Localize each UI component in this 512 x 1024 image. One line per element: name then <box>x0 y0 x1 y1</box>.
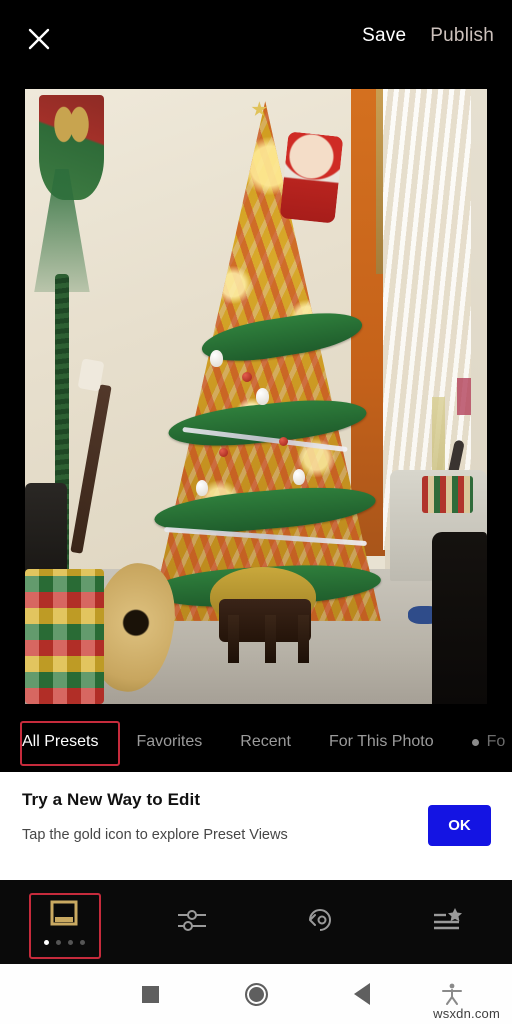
toolbar-item-edit[interactable] <box>128 880 256 964</box>
close-icon[interactable] <box>22 22 56 56</box>
tree-ornament <box>219 447 229 457</box>
tab-overflow-dot-icon <box>471 738 479 746</box>
tab-recent[interactable]: Recent <box>240 733 291 751</box>
photo-scene <box>25 89 487 704</box>
square-recents-icon[interactable] <box>118 964 182 1024</box>
save-button[interactable]: Save <box>362 25 406 47</box>
top-bar-actions: Save Publish <box>362 25 494 47</box>
tab-overflow-partial[interactable]: Fo <box>487 733 506 751</box>
publish-button[interactable]: Publish <box>430 25 494 47</box>
site-watermark: wsxdn.com <box>433 1006 500 1021</box>
tab-for-this-photo[interactable]: For This Photo <box>329 733 434 751</box>
wall-bell-bow <box>38 95 104 200</box>
bottom-toolbar <box>0 880 512 964</box>
tree-ornament <box>279 436 289 446</box>
photo-editor-screen: Save Publish All Presets Favorites Recen… <box>0 0 512 1024</box>
tree-ornament <box>195 480 208 497</box>
triangle-back-icon[interactable] <box>330 964 394 1024</box>
tree-foliage <box>149 101 381 621</box>
sofa-decorations <box>422 476 474 514</box>
tab-all-presets[interactable]: All Presets <box>22 733 98 751</box>
toolbar-item-presets[interactable] <box>0 880 128 964</box>
circle-home-icon[interactable] <box>224 964 288 1024</box>
toolbar-item-saved[interactable] <box>384 880 512 964</box>
undo-history-icon <box>304 905 336 940</box>
tab-favorites[interactable]: Favorites <box>136 733 202 751</box>
tree-stool-leg <box>297 615 309 664</box>
preset-tabs: All Presets Favorites Recent For This Ph… <box>0 712 512 772</box>
tree-stool-leg <box>265 615 277 664</box>
tree-stool-leg <box>228 615 240 664</box>
dark-foreground-object <box>431 531 487 704</box>
curtain-pink-accent <box>456 378 471 415</box>
photo-preview[interactable] <box>25 89 487 704</box>
notice-text-block: Try a New Way to Edit Tap the gold icon … <box>22 790 412 843</box>
notice-subtitle: Tap the gold icon to explore Preset View… <box>22 827 288 843</box>
adjust-sliders-icon <box>174 905 210 940</box>
notice-title: Try a New Way to Edit <box>22 790 201 809</box>
tree-ornament <box>292 469 305 486</box>
tree-ornament <box>255 388 269 406</box>
tree-ornament <box>209 350 223 368</box>
presets-frame-icon <box>48 899 80 932</box>
christmas-tree <box>148 101 382 664</box>
dark-chair <box>25 482 67 581</box>
presets-page-dots <box>43 940 85 945</box>
android-nav-bar: wsxdn.com <box>0 964 512 1024</box>
photo-canvas[interactable] <box>0 78 512 712</box>
patterned-cushion <box>25 568 104 704</box>
top-bar: Save Publish <box>0 0 512 78</box>
santa-ornament <box>279 131 344 224</box>
onboarding-notice-card: Try a New Way to Edit Tap the gold icon … <box>0 772 512 880</box>
tree-ornament <box>242 371 253 382</box>
ok-button[interactable]: OK <box>428 805 491 846</box>
list-star-icon <box>431 906 465 939</box>
toolbar-item-versions[interactable] <box>256 880 384 964</box>
